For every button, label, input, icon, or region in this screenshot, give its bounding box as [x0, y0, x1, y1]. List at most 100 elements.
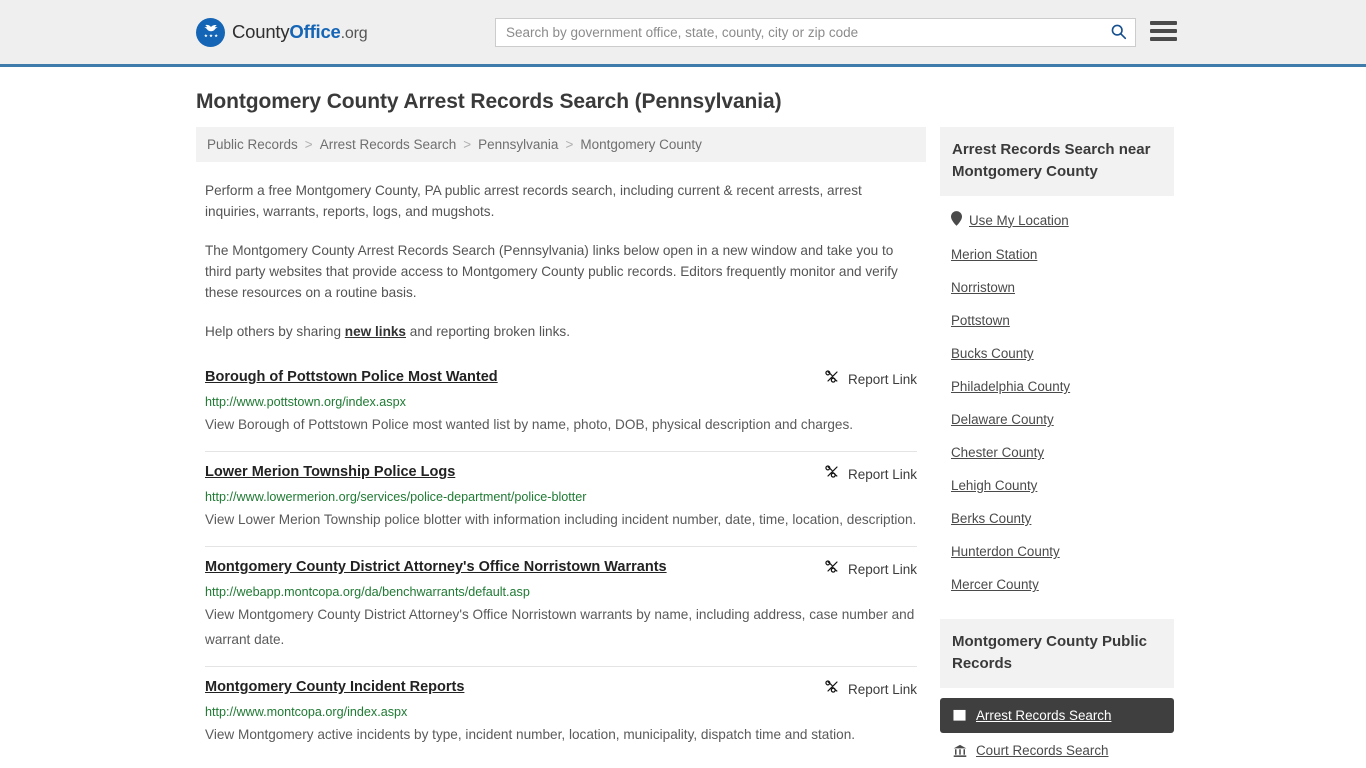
- result-url[interactable]: http://webapp.montcopa.org/da/benchwarra…: [205, 584, 917, 600]
- result-url[interactable]: http://www.montcopa.org/index.aspx: [205, 704, 917, 720]
- search-input[interactable]: [496, 19, 1101, 46]
- sidebar-item-pottstown[interactable]: Pottstown: [940, 304, 1174, 337]
- sidebar-item-label: Berks County: [951, 511, 1032, 526]
- document-icon: [952, 708, 967, 723]
- result-header: Borough of Pottstown Police Most Wanted …: [205, 368, 917, 389]
- result-title-link[interactable]: Borough of Pottstown Police Most Wanted: [205, 368, 498, 387]
- report-link-button[interactable]: Report Link: [825, 678, 917, 699]
- search-icon: [1110, 23, 1127, 43]
- sidebar-item-bucks-county[interactable]: Bucks County: [940, 337, 1174, 370]
- result-item: Borough of Pottstown Police Most Wanted …: [205, 364, 917, 451]
- main-content: Public Records > Arrest Records Search >…: [196, 127, 926, 761]
- sidebar: Arrest Records Search near Montgomery Co…: [940, 127, 1174, 768]
- intro-paragraph-3: Help others by sharing new links and rep…: [205, 321, 917, 342]
- results-list: Borough of Pottstown Police Most Wanted …: [196, 364, 926, 761]
- hamburger-bar: [1150, 21, 1177, 25]
- logo-text-county: County: [232, 21, 290, 42]
- search-button[interactable]: [1101, 19, 1135, 46]
- report-link-button[interactable]: Report Link: [825, 368, 917, 389]
- sidebar-nearby-heading: Arrest Records Search near Montgomery Co…: [940, 127, 1174, 196]
- intro-paragraph-2: The Montgomery County Arrest Records Sea…: [205, 243, 898, 300]
- sidebar-item-label: Chester County: [951, 445, 1045, 460]
- public-records-list: Arrest Records Search Court Records Sear…: [940, 698, 1174, 768]
- report-link-label: Report Link: [847, 561, 917, 577]
- result-item: Montgomery County Incident Reports Repor…: [205, 666, 917, 761]
- result-url[interactable]: http://www.pottstown.org/index.aspx: [205, 394, 917, 410]
- map-pin-icon: [951, 211, 962, 229]
- sidebar-item-label: Delaware County: [951, 412, 1054, 427]
- sidebar-item-label: Hunterdon County: [951, 544, 1060, 559]
- breadcrumb-separator: >: [565, 137, 574, 152]
- public-record-item-label: Arrest Records Search: [976, 708, 1112, 723]
- sidebar-public-records-heading: Montgomery County Public Records: [940, 619, 1174, 688]
- logo-text-org: .org: [340, 25, 368, 42]
- sidebar-nearby-links: Use My Location Merion Station Norristow…: [940, 196, 1174, 601]
- result-description: View Montgomery County District Attorney…: [205, 607, 915, 647]
- result-description: View Lower Merion Township police blotte…: [205, 512, 917, 527]
- report-link-label: Report Link: [847, 371, 917, 387]
- sidebar-item-label: Bucks County: [951, 346, 1034, 361]
- hamburger-bar: [1150, 37, 1177, 41]
- result-item: Lower Merion Township Police Logs Report…: [205, 451, 917, 546]
- sidebar-item-lehigh-county[interactable]: Lehigh County: [940, 469, 1174, 502]
- report-link-button[interactable]: Report Link: [825, 463, 917, 484]
- sidebar-item-hunterdon-county[interactable]: Hunterdon County: [940, 535, 1174, 568]
- breadcrumb-separator: >: [463, 137, 472, 152]
- site-header: CountyOffice.org: [0, 0, 1366, 67]
- breadcrumb-item-arrest-records-search[interactable]: Arrest Records Search: [320, 137, 457, 152]
- result-description: View Borough of Pottstown Police most wa…: [205, 417, 854, 432]
- public-record-item-label: Court Records Search: [976, 743, 1109, 758]
- result-description: View Montgomery active incidents by type…: [205, 727, 856, 742]
- sidebar-item-label: Lehigh County: [951, 478, 1038, 493]
- intro-p3-after: and reporting broken links.: [406, 324, 570, 339]
- broken-link-icon: [825, 464, 840, 484]
- result-header: Lower Merion Township Police Logs Report…: [205, 463, 917, 484]
- page-body: Montgomery County Arrest Records Search …: [0, 90, 1366, 768]
- breadcrumb-item-pennsylvania[interactable]: Pennsylvania: [478, 137, 558, 152]
- sidebar-item-mercer-county[interactable]: Mercer County: [940, 568, 1174, 601]
- result-item: Montgomery County District Attorney's Of…: [205, 546, 917, 666]
- sidebar-nearby-box: Arrest Records Search near Montgomery Co…: [940, 127, 1174, 601]
- report-link-button[interactable]: Report Link: [825, 558, 917, 579]
- sidebar-item-use-my-location[interactable]: Use My Location: [940, 202, 1174, 238]
- courthouse-icon: [952, 743, 967, 758]
- intro-p3-before: Help others by sharing: [205, 324, 345, 339]
- broken-link-icon: [825, 369, 840, 389]
- sidebar-item-label: Mercer County: [951, 577, 1039, 592]
- sidebar-public-records-box: Montgomery County Public Records Arrest …: [940, 619, 1174, 768]
- result-header: Montgomery County District Attorney's Of…: [205, 558, 917, 579]
- breadcrumb-item-public-records[interactable]: Public Records: [207, 137, 298, 152]
- sidebar-item-norristown[interactable]: Norristown: [940, 271, 1174, 304]
- sidebar-item-philadelphia-county[interactable]: Philadelphia County: [940, 370, 1174, 403]
- sidebar-item-delaware-county[interactable]: Delaware County: [940, 403, 1174, 436]
- site-logo[interactable]: CountyOffice.org: [196, 17, 368, 47]
- logo-wordmark: CountyOffice.org: [232, 21, 368, 43]
- result-title-link[interactable]: Lower Merion Township Police Logs: [205, 463, 455, 482]
- report-link-label: Report Link: [847, 681, 917, 697]
- sidebar-item-label: Use My Location: [969, 212, 1069, 228]
- eagle-seal-icon: [196, 17, 225, 47]
- result-header: Montgomery County Incident Reports Repor…: [205, 678, 917, 699]
- public-record-item-arrest-records-search[interactable]: Arrest Records Search: [940, 698, 1174, 733]
- sidebar-item-merion-station[interactable]: Merion Station: [940, 238, 1174, 271]
- result-title-link[interactable]: Montgomery County District Attorney's Of…: [205, 558, 667, 577]
- result-url[interactable]: http://www.lowermerion.org/services/poli…: [205, 489, 917, 505]
- breadcrumb-separator: >: [304, 137, 313, 152]
- intro-paragraph-1: Perform a free Montgomery County, PA pub…: [205, 183, 862, 219]
- broken-link-icon: [825, 679, 840, 699]
- result-title-link[interactable]: Montgomery County Incident Reports: [205, 678, 464, 697]
- search-bar[interactable]: [495, 18, 1136, 47]
- logo-text-office: Office: [289, 21, 341, 42]
- public-record-item-court-records-search[interactable]: Court Records Search: [940, 733, 1174, 768]
- sidebar-item-berks-county[interactable]: Berks County: [940, 502, 1174, 535]
- breadcrumb: Public Records > Arrest Records Search >…: [196, 127, 926, 162]
- hamburger-menu-icon[interactable]: [1150, 19, 1177, 43]
- breadcrumb-item-montgomery-county: Montgomery County: [580, 137, 702, 152]
- sidebar-item-chester-county[interactable]: Chester County: [940, 436, 1174, 469]
- page-title: Montgomery County Arrest Records Search …: [196, 90, 782, 113]
- sidebar-item-label: Norristown: [951, 280, 1015, 295]
- new-links-link[interactable]: new links: [345, 324, 406, 339]
- sidebar-item-label: Merion Station: [951, 247, 1038, 262]
- sidebar-item-label: Philadelphia County: [951, 379, 1071, 394]
